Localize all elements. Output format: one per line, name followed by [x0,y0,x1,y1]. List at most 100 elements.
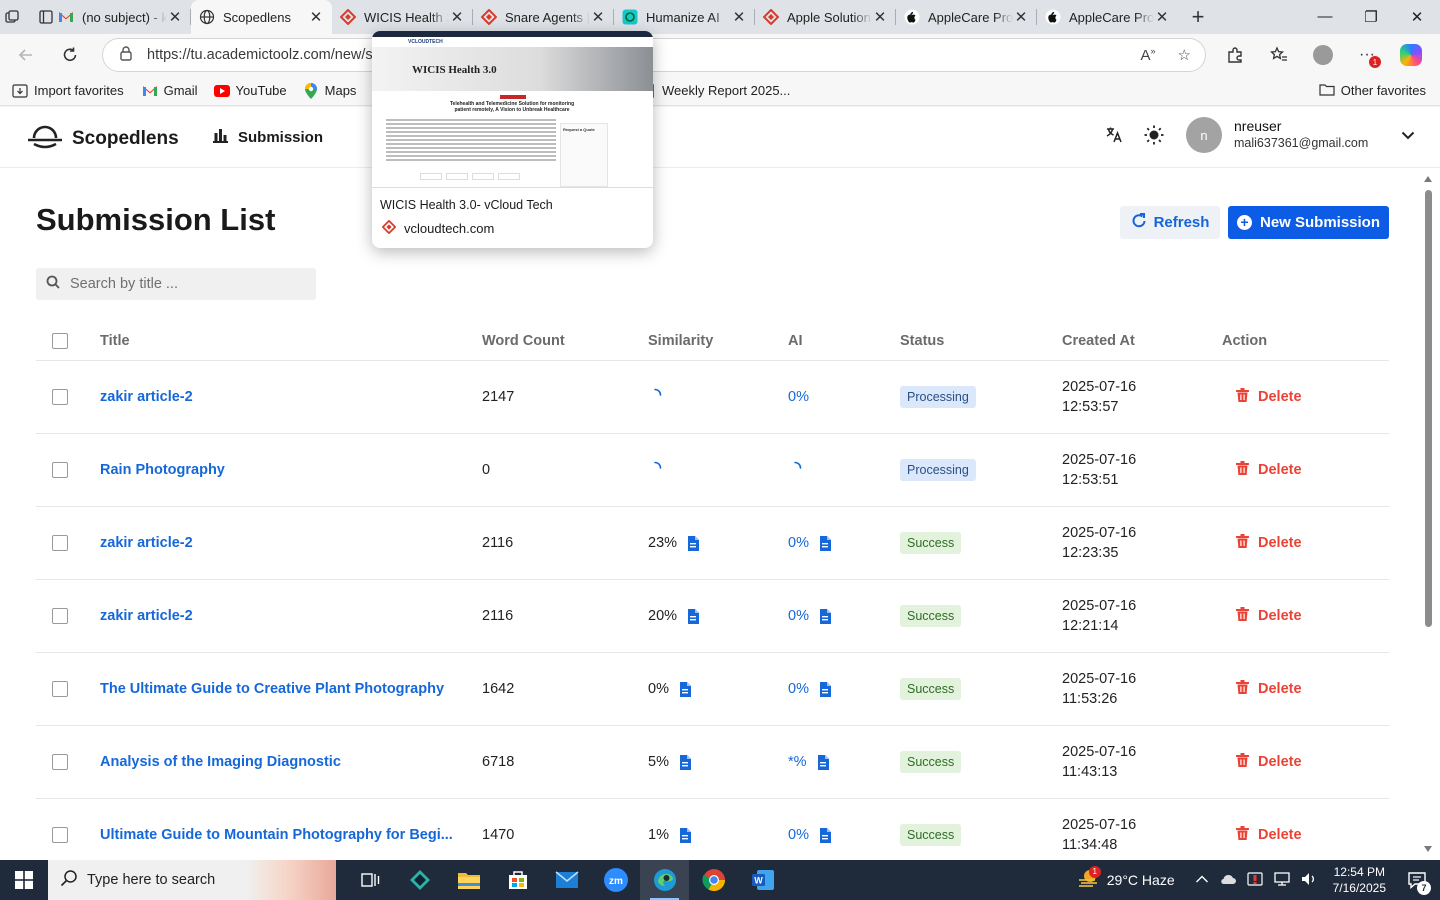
row-checkbox[interactable] [52,681,68,697]
word-icon[interactable]: W [738,860,787,900]
workspaces-icon[interactable] [4,9,20,25]
page-scrollbar[interactable] [1420,168,1440,860]
close-tab-icon[interactable]: ✕ [731,8,747,26]
user-info[interactable]: nreuser mali637361@gmail.com [1234,118,1368,151]
tab-apple-solution[interactable]: Apple Solution ✕ [755,0,896,34]
delete-button[interactable]: Delete [1236,826,1302,844]
delete-button[interactable]: Delete [1236,607,1302,625]
scroll-up-arrow[interactable] [1424,176,1432,182]
chevron-up-icon[interactable] [1195,872,1209,889]
new-tab-button[interactable]: + [1178,4,1218,30]
favorite-import[interactable]: Import favorites [12,83,124,98]
tab-gmail[interactable]: (no subject) - k ✕ [50,0,191,34]
copilot-icon[interactable] [1396,40,1426,70]
ai-report-icon[interactable] [819,827,831,843]
sun-icon[interactable] [1140,121,1168,149]
select-all-checkbox[interactable] [52,333,68,349]
avatar[interactable]: n [1186,117,1222,153]
security-alert-icon[interactable] [1247,871,1263,889]
delete-button[interactable]: Delete [1236,753,1302,771]
chevron-down-icon[interactable] [1400,127,1416,143]
submission-title-link[interactable]: Rain Photography [100,462,225,478]
microsoft-store-icon[interactable] [493,860,542,900]
ai-report-icon[interactable] [819,535,831,551]
ai-report-icon[interactable] [817,754,829,770]
other-favorites[interactable]: Other favorites [1319,83,1426,99]
submission-title-link[interactable]: Analysis of the Imaging Diagnostic [100,754,341,770]
submission-title-link[interactable]: zakir article-2 [100,389,193,405]
notification-center-icon[interactable]: 7 [1400,860,1434,900]
cloud-icon[interactable] [1219,872,1237,889]
read-aloud-icon[interactable]: A» [1141,46,1156,64]
close-window-icon[interactable]: ✕ [1394,8,1440,26]
delete-button[interactable]: Delete [1236,388,1302,406]
close-tab-icon[interactable]: ✕ [1154,8,1170,26]
file-explorer-icon[interactable] [444,860,493,900]
profile-icon[interactable] [1308,40,1338,70]
search-input[interactable] [70,276,300,292]
extensions-icon[interactable] [1220,40,1250,70]
favorites-list-icon[interactable] [1264,40,1294,70]
close-tab-icon[interactable]: ✕ [449,8,465,26]
lock-icon[interactable] [119,45,133,65]
network-icon[interactable] [1273,871,1291,889]
submission-title-link[interactable]: zakir article-2 [100,535,193,551]
submission-title-link[interactable]: Ultimate Guide to Mountain Photography f… [100,827,453,843]
address-bar[interactable]: https://tu.academictoolz.com/new/s A» ☆ [102,38,1206,72]
weather-widget[interactable]: 1 29°C Haze [1077,865,1175,893]
favorite-youtube[interactable]: YouTube [213,83,287,98]
app-diamond-icon[interactable] [395,860,444,900]
minimize-icon[interactable]: — [1302,8,1348,26]
submission-title-link[interactable]: zakir article-2 [100,608,193,624]
windows-start-icon[interactable] [0,860,48,900]
more-options-icon[interactable]: ··· 1 [1352,40,1382,70]
delete-button[interactable]: Delete [1236,534,1302,552]
mail-icon[interactable] [542,860,591,900]
brand-logo[interactable]: Scopedlens [27,121,179,156]
search-box[interactable] [36,268,316,300]
close-tab-icon[interactable]: ✕ [590,8,606,26]
row-checkbox[interactable] [52,754,68,770]
zoom-icon[interactable]: zm [591,860,640,900]
ai-report-icon[interactable] [819,681,831,697]
chrome-icon[interactable] [689,860,738,900]
tab-wicis[interactable]: WICIS Health 3. ✕ [332,0,473,34]
favorite-star-icon[interactable]: ☆ [1178,46,1191,64]
similarity-report-icon[interactable] [687,535,700,551]
tab-hover-preview[interactable]: VCLOUDTECH WICIS Health 3.0 Telehealth a… [372,31,653,248]
ai-report-icon[interactable] [819,608,831,624]
restore-icon[interactable]: ❐ [1348,8,1394,26]
similarity-report-icon[interactable] [687,608,700,624]
translate-icon[interactable] [1100,121,1128,149]
close-tab-icon[interactable]: ✕ [1013,8,1029,26]
similarity-report-icon[interactable] [679,681,691,697]
refresh-button[interactable]: Refresh [1120,206,1220,239]
tab-snare-agents[interactable]: Snare Agents | ✕ [473,0,614,34]
new-submission-button[interactable]: + New Submission [1228,206,1389,239]
delete-button[interactable]: Delete [1236,461,1302,479]
delete-button[interactable]: Delete [1236,680,1302,698]
row-checkbox[interactable] [52,608,68,624]
similarity-report-icon[interactable] [679,827,691,843]
tab-applecare-1[interactable]: AppleCare Prof ✕ [896,0,1037,34]
close-tab-icon[interactable]: ✕ [167,8,183,26]
row-checkbox[interactable] [52,389,68,405]
submission-title-link[interactable]: The Ultimate Guide to Creative Plant Pho… [100,681,444,697]
row-checkbox[interactable] [52,535,68,551]
nav-submission[interactable]: Submission [212,127,323,147]
favorite-maps[interactable]: Maps [303,82,356,99]
similarity-report-icon[interactable] [679,754,691,770]
close-tab-icon[interactable]: ✕ [308,8,324,26]
tab-applecare-2[interactable]: AppleCare Prof ✕ [1037,0,1178,34]
row-checkbox[interactable] [52,462,68,478]
scroll-down-arrow[interactable] [1424,846,1432,852]
favorite-gmail[interactable]: Gmail [142,83,198,98]
reload-icon[interactable] [52,37,88,73]
scroll-thumb[interactable] [1425,190,1432,627]
row-checkbox[interactable] [52,827,68,843]
task-view-icon[interactable] [346,860,395,900]
tab-scopedlens[interactable]: Scopedlens ✕ [191,0,332,34]
favorite-weekly-report[interactable]: Weekly Report 2025... [640,83,790,98]
tab-humanize-ai[interactable]: Humanize AI ✕ [614,0,755,34]
back-arrow-icon[interactable] [8,37,44,73]
